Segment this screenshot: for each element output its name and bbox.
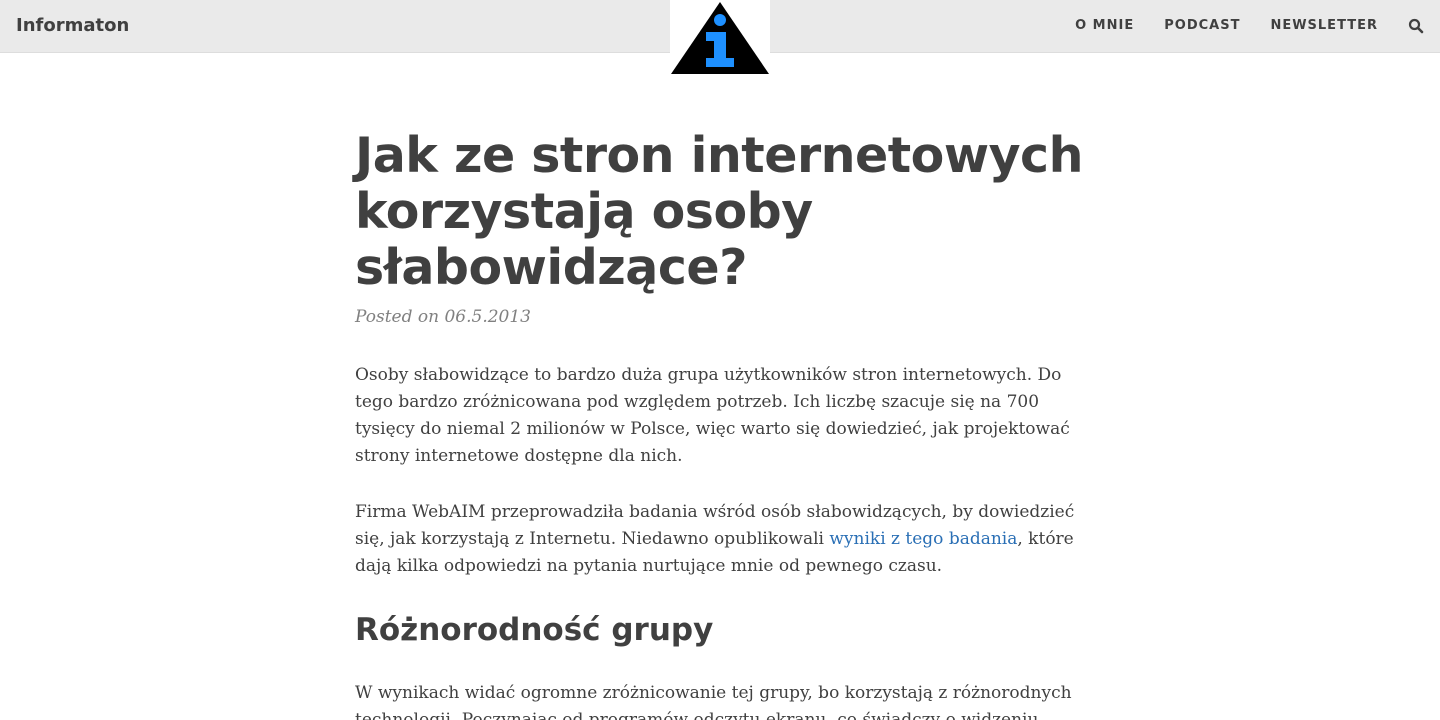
results-link[interactable]: wyniki z tego badania xyxy=(829,529,1017,549)
paragraph-intro: Osoby słabowidzące to bardzo duża grupa … xyxy=(355,365,1070,466)
info-triangle-logo-icon xyxy=(671,2,769,74)
info-triangle-logo[interactable] xyxy=(670,0,770,76)
paragraph-diversity: W wynikach widać ogromne zróżnicowanie t… xyxy=(355,683,1072,720)
page-title: Jak ze stron internetowych korzystają os… xyxy=(355,127,1083,296)
nav-item-o-mnie[interactable]: O MNIE xyxy=(1075,18,1134,34)
section-heading: Różnorodność grupy xyxy=(355,612,714,648)
brand-link[interactable]: Informaton xyxy=(16,15,129,37)
site-header: Informaton O MNIE PODCAST NEWSLETTER xyxy=(0,0,1440,76)
nav-item-podcast[interactable]: PODCAST xyxy=(1164,18,1240,34)
nav-item-newsletter[interactable]: NEWSLETTER xyxy=(1270,18,1378,34)
search-icon[interactable] xyxy=(1408,18,1424,34)
main-nav: O MNIE PODCAST NEWSLETTER xyxy=(1045,18,1424,34)
post-date: Posted on 06.5.2013 xyxy=(355,307,531,327)
paragraph-webaim: Firma WebAIM przeprowadziła badania wśró… xyxy=(355,499,1085,580)
article: Jak ze stron internetowych korzystają os… xyxy=(355,128,1085,720)
